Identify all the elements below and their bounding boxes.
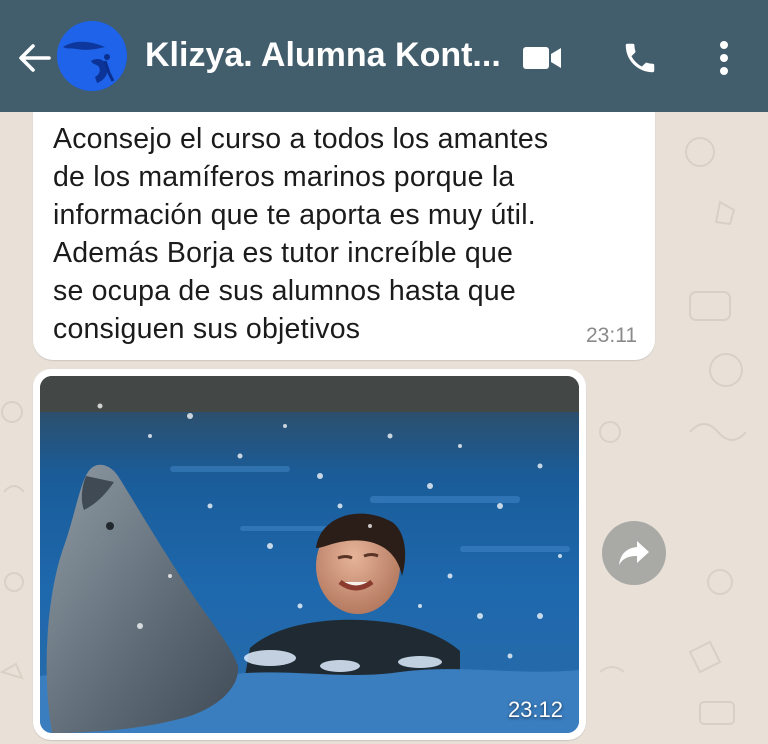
video-camera-icon bbox=[523, 47, 561, 69]
arrow-left-icon bbox=[19, 44, 51, 72]
more-vertical-icon bbox=[720, 41, 728, 75]
avatar-image bbox=[57, 21, 127, 91]
photo-timestamp: 23:12 bbox=[507, 697, 563, 722]
message-timestamp: 23:11 bbox=[586, 324, 637, 347]
back-button[interactable] bbox=[14, 38, 54, 78]
phone-icon bbox=[625, 43, 655, 73]
photo-dolphin-swimmer bbox=[40, 376, 579, 733]
message-bubble-text[interactable]: Aconsejo el curso a todos los amantes de… bbox=[33, 112, 655, 360]
video-call-button[interactable] bbox=[520, 36, 564, 80]
forward-arrow-icon bbox=[619, 541, 649, 565]
forward-button[interactable] bbox=[602, 521, 666, 585]
voice-call-button[interactable] bbox=[618, 36, 662, 80]
chat-area[interactable]: Aconsejo el curso a todos los amantes de… bbox=[0, 112, 768, 744]
menu-button[interactable] bbox=[702, 36, 746, 80]
chat-title[interactable]: Klizya. Alumna Kont... bbox=[145, 36, 505, 75]
chat-header: Klizya. Alumna Kont... bbox=[0, 0, 768, 112]
avatar[interactable] bbox=[57, 21, 127, 91]
message-photo[interactable]: 23:12 bbox=[40, 376, 579, 733]
message-bubble-image[interactable]: 23:12 bbox=[33, 369, 586, 740]
message-text: Aconsejo el curso a todos los amantes de… bbox=[53, 123, 549, 345]
